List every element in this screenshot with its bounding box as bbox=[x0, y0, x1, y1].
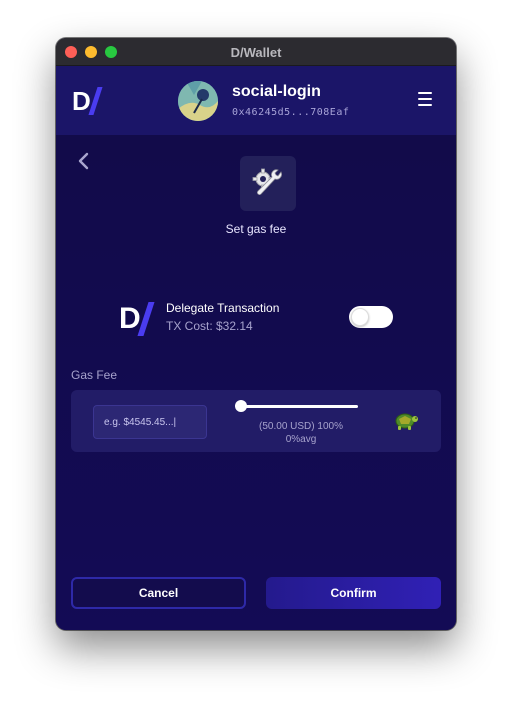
cancel-button[interactable]: Cancel bbox=[71, 577, 246, 609]
account-address[interactable]: 0x46245d5...708Eaf bbox=[232, 107, 349, 118]
app-header: D social-login 0x46245d5...708Eaf bbox=[56, 66, 456, 135]
page-title: Set gas fee bbox=[225, 222, 287, 236]
account-avatar[interactable] bbox=[178, 81, 218, 121]
turtle-icon bbox=[393, 410, 419, 432]
gas-fee-panel: (50.00 USD) 100% 0%avg bbox=[71, 390, 441, 452]
delegate-transaction-title: Delegate Transaction bbox=[166, 301, 280, 315]
slider-info: (50.00 USD) 100% 0%avg bbox=[221, 420, 381, 446]
gas-fee-label: Gas Fee bbox=[71, 368, 118, 382]
slider-thumb[interactable] bbox=[235, 400, 247, 412]
delegate-transaction-toggle[interactable] bbox=[349, 306, 393, 328]
back-chevron-icon[interactable] bbox=[76, 152, 92, 170]
slider-avg: 0%avg bbox=[285, 434, 317, 445]
gas-fee-slider[interactable] bbox=[235, 400, 358, 412]
title-bar: D/Wallet bbox=[56, 38, 456, 66]
account-name: social-login bbox=[232, 83, 321, 100]
hamburger-menu-icon[interactable] bbox=[418, 92, 432, 106]
tx-cost-label: TX Cost: $32.14 bbox=[166, 319, 253, 333]
confirm-button[interactable]: Confirm bbox=[266, 577, 441, 609]
toggle-knob bbox=[351, 308, 369, 326]
app-logo[interactable]: D bbox=[72, 87, 103, 115]
settings-tools-icon bbox=[240, 156, 296, 211]
main-content: Set gas fee D Delegate Transaction TX Co… bbox=[56, 136, 456, 630]
slider-usd-percent: (50.00 USD) 100% bbox=[259, 421, 343, 432]
gas-fee-input[interactable] bbox=[93, 405, 207, 439]
delegate-logo: D bbox=[119, 302, 155, 336]
window-title: D/Wallet bbox=[230, 45, 282, 60]
app-window: D/Wallet D social-login 0x46245d5...708E… bbox=[56, 38, 456, 630]
